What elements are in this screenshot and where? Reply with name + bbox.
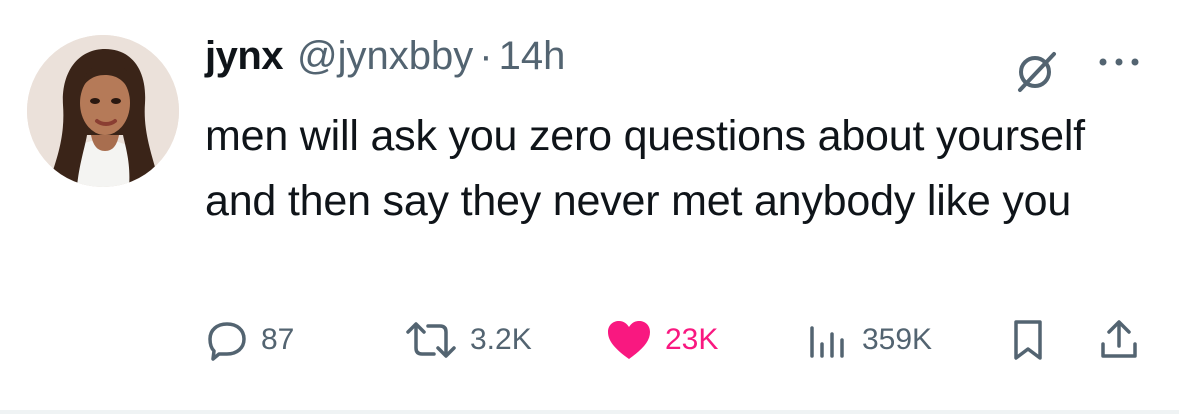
bookmark-icon bbox=[1006, 318, 1050, 362]
share-button[interactable] bbox=[1097, 310, 1141, 370]
reply-button[interactable]: 87 bbox=[205, 310, 294, 370]
divider bbox=[0, 410, 1179, 414]
like-count: 23K bbox=[665, 323, 719, 356]
tweet-timestamp[interactable]: 14h bbox=[499, 34, 566, 79]
views-bar-chart-icon bbox=[806, 318, 850, 362]
grok-icon[interactable] bbox=[1014, 50, 1058, 94]
retweet-button[interactable]: 3.2K bbox=[404, 310, 532, 370]
views-button[interactable]: 359K bbox=[806, 310, 932, 370]
views-count: 359K bbox=[862, 323, 933, 356]
reply-bubble-icon bbox=[205, 318, 249, 362]
tweet-actions: 87 3.2K 23K 359K bbox=[0, 310, 1179, 370]
tweet-text: men will ask you zero questions about yo… bbox=[205, 112, 1085, 225]
avatar-image bbox=[27, 35, 179, 187]
avatar[interactable] bbox=[27, 35, 179, 187]
reply-count: 87 bbox=[261, 323, 295, 356]
tweet-header: jynx @jynxbby · 14h bbox=[205, 34, 565, 90]
tweet[interactable]: jynx @jynxbby · 14h men will ask you zer… bbox=[0, 0, 1179, 414]
like-button[interactable]: 23K bbox=[605, 310, 718, 370]
header-separator: · bbox=[479, 34, 493, 78]
retweet-count: 3.2K bbox=[470, 323, 532, 356]
author-handle[interactable]: @jynxbby bbox=[297, 34, 473, 79]
bookmark-button[interactable] bbox=[1006, 310, 1050, 370]
share-icon bbox=[1097, 318, 1141, 362]
retweet-icon bbox=[404, 318, 458, 362]
author-display-name[interactable]: jynx bbox=[205, 34, 284, 79]
heart-icon bbox=[605, 318, 653, 362]
more-dots-icon[interactable] bbox=[1094, 42, 1144, 82]
